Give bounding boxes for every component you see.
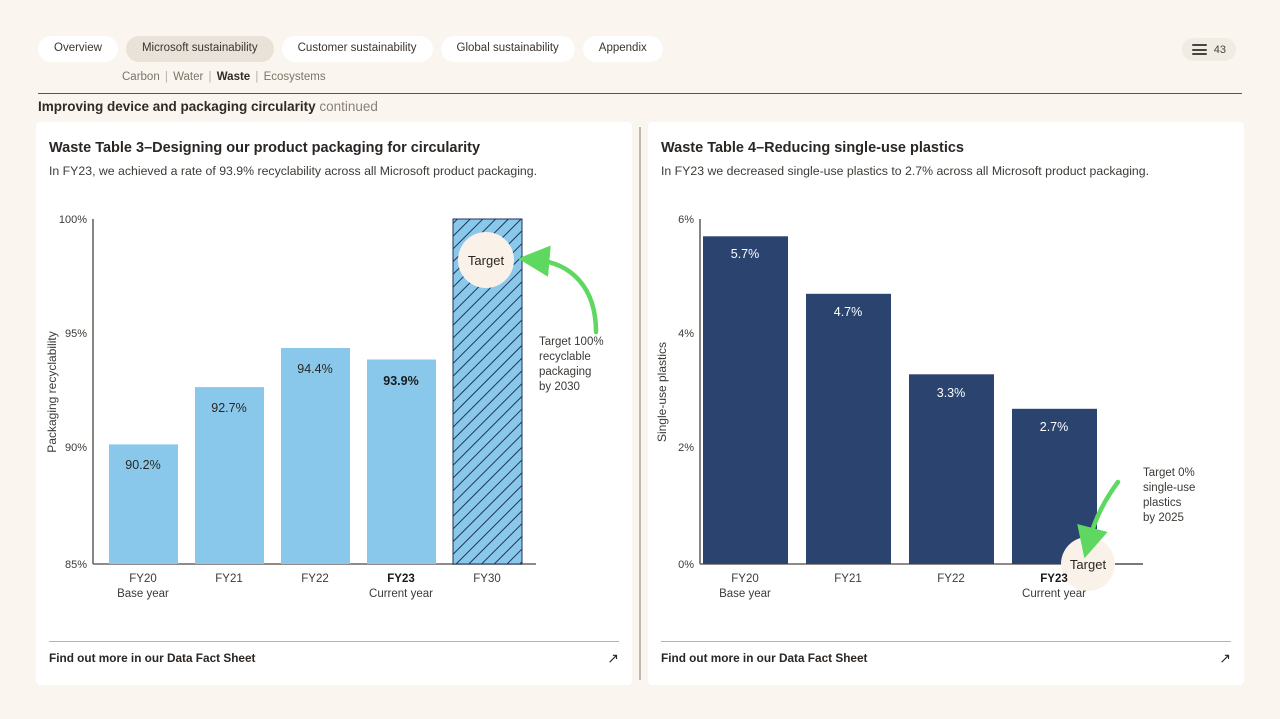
- external-link-arrow-icon[interactable]: ↗: [1219, 651, 1231, 665]
- right-xtick-fy23: FY23: [1040, 573, 1068, 585]
- subnav-separator: |: [205, 71, 215, 83]
- right-value-fy23: 2.7%: [1040, 420, 1069, 434]
- right-annotation-line4: by 2025: [1143, 512, 1184, 524]
- left-xsub-fy20: Base year: [117, 588, 169, 600]
- tab-microsoft-sustainability[interactable]: Microsoft sustainability: [125, 36, 274, 62]
- right-xtick-fy22: FY22: [937, 573, 965, 585]
- left-ytick-95: 95%: [65, 328, 87, 340]
- charts-container: Waste Table 3–Designing our product pack…: [36, 122, 1244, 685]
- left-value-fy21: 92.7%: [211, 401, 246, 415]
- left-ytick-85: 85%: [65, 559, 87, 571]
- left-xtick-fy30: FY30: [473, 573, 501, 585]
- tab-global-sustainability[interactable]: Global sustainability: [440, 36, 575, 62]
- right-xtick-fy21: FY21: [834, 573, 862, 585]
- right-value-fy21: 4.7%: [834, 305, 863, 319]
- left-xsub-fy23: Current year: [369, 588, 433, 600]
- right-target-badge-label: Target: [1070, 557, 1107, 572]
- left-annotation-line1: Target 100%: [539, 336, 604, 348]
- left-chart-subtitle: In FY23, we achieved a rate of 93.9% rec…: [49, 164, 538, 178]
- subnav-separator: |: [161, 71, 172, 83]
- single-use-plastics-bar-chart: 6% 4% 2% 0% Single-use plastics 5.7% 4.7…: [655, 214, 1195, 600]
- left-data-fact-sheet-link[interactable]: Find out more in our Data Fact Sheet ↗: [49, 641, 619, 665]
- left-bar-fy22[interactable]: [281, 348, 350, 564]
- right-xsub-fy20: Base year: [719, 588, 771, 600]
- menu-and-page-pill[interactable]: 43: [1181, 38, 1236, 61]
- right-value-fy22: 3.3%: [937, 386, 966, 400]
- left-y-axis-title: Packaging recyclability: [45, 331, 59, 452]
- tab-overview[interactable]: Overview: [38, 36, 118, 62]
- left-value-fy22: 94.4%: [297, 362, 332, 376]
- right-chart-subtitle: In FY23 we decreased single-use plastics…: [661, 164, 1150, 178]
- left-xtick-fy22: FY22: [301, 573, 329, 585]
- subnav-item-carbon[interactable]: Carbon: [122, 71, 160, 83]
- left-x-tick-labels: FY20 FY21 FY22 FY23 FY30 Base year Curre…: [117, 573, 501, 600]
- right-annotation-line1: Target 0%: [1143, 467, 1195, 479]
- left-annotation-line2: recyclable: [539, 351, 591, 363]
- left-y-tick-labels: 100% 95% 90% 85%: [59, 214, 87, 571]
- right-xsub-fy23: Current year: [1022, 588, 1086, 600]
- page-title-suffix: continued: [315, 99, 378, 114]
- right-annotation: Target 0% single-use plastics by 2025: [1143, 467, 1195, 524]
- right-ytick-2: 2%: [678, 442, 694, 454]
- right-x-tick-labels: FY20 FY21 FY22 FY23 Base year Current ye…: [719, 573, 1086, 600]
- left-annotation: Target 100% recyclable packaging by 2030: [539, 336, 604, 393]
- right-bar-fy20[interactable]: [703, 236, 788, 565]
- left-xtick-fy21: FY21: [215, 573, 243, 585]
- hamburger-menu-icon[interactable]: [1191, 44, 1207, 55]
- header-divider: [38, 93, 1242, 94]
- right-bar-fy21[interactable]: [806, 293, 891, 564]
- right-annotation-line3: plastics: [1143, 497, 1182, 509]
- left-ytick-90: 90%: [65, 442, 87, 454]
- left-bar-fy23[interactable]: [367, 359, 436, 565]
- packaging-recyclability-bar-chart: 100% 95% 90% 85% Packaging recyclability…: [45, 214, 604, 600]
- right-value-fy20: 5.7%: [731, 247, 760, 261]
- top-navigation: Overview Microsoft sustainability Custom…: [0, 0, 1280, 114]
- left-value-fy20: 90.2%: [125, 458, 160, 472]
- left-footer-label: Find out more in our Data Fact Sheet: [49, 651, 256, 665]
- tab-appendix[interactable]: Appendix: [582, 36, 663, 62]
- right-chart-title: Waste Table 4–Reducing single-use plasti…: [661, 140, 964, 156]
- right-ytick-6: 6%: [678, 214, 694, 226]
- external-link-arrow-icon[interactable]: ↗: [607, 651, 619, 665]
- subnav-item-waste[interactable]: Waste: [217, 71, 250, 83]
- right-ytick-4: 4%: [678, 328, 694, 340]
- left-value-fy23: 93.9%: [383, 374, 418, 388]
- right-y-tick-labels: 6% 4% 2% 0%: [678, 214, 694, 571]
- left-xtick-fy20: FY20: [129, 573, 157, 585]
- page-number: 43: [1213, 43, 1226, 56]
- left-annotation-line3: packaging: [539, 366, 591, 378]
- right-annotation-line2: single-use: [1143, 482, 1195, 494]
- subnav-item-ecosystems[interactable]: Ecosystems: [264, 71, 326, 83]
- left-target-badge-label: Target: [468, 253, 505, 268]
- right-ytick-0: 0%: [678, 559, 694, 571]
- left-ytick-100: 100%: [59, 214, 87, 226]
- right-bar-fy22[interactable]: [909, 374, 994, 564]
- tab-bar: Overview Microsoft sustainability Custom…: [38, 36, 663, 62]
- page-title: Improving device and packaging circulari…: [38, 99, 378, 115]
- card-divider: [632, 122, 648, 685]
- right-xtick-fy20: FY20: [731, 573, 759, 585]
- right-y-axis-title: Single-use plastics: [655, 342, 669, 442]
- waste-table-4-card: Waste Table 4–Reducing single-use plasti…: [648, 122, 1244, 685]
- left-xtick-fy23: FY23: [387, 573, 415, 585]
- right-data-fact-sheet-link[interactable]: Find out more in our Data Fact Sheet ↗: [661, 641, 1231, 665]
- left-green-arrow-icon: [518, 245, 599, 335]
- left-annotation-line4: by 2030: [539, 381, 580, 393]
- tab-customer-sustainability[interactable]: Customer sustainability: [281, 36, 433, 62]
- subnav-item-water[interactable]: Water: [173, 71, 203, 83]
- left-chart-title: Waste Table 3–Designing our product pack…: [49, 140, 481, 156]
- waste-table-3-card: Waste Table 3–Designing our product pack…: [36, 122, 632, 685]
- right-footer-label: Find out more in our Data Fact Sheet: [661, 651, 868, 665]
- sub-navigation: Carbon | Water | Waste | Ecosystems: [122, 69, 326, 85]
- page-title-main: Improving device and packaging circulari…: [38, 99, 316, 114]
- subnav-separator: |: [252, 71, 262, 83]
